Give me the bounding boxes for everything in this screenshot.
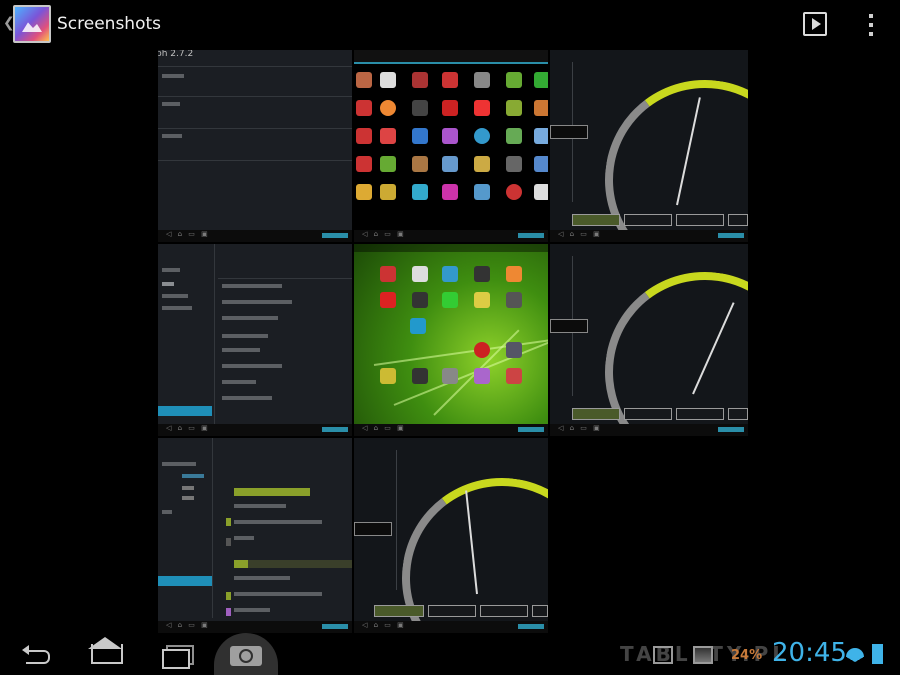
home-icon[interactable] [88,637,123,667]
thumbnail-gauge-3[interactable] [354,438,548,633]
thumbnail-settings-2[interactable] [158,244,352,436]
screenshot-notification-icon[interactable] [653,646,673,664]
camera-icon[interactable] [214,633,278,675]
recents-icon[interactable] [160,641,194,669]
thumbnail-gauge-1[interactable] [550,50,748,242]
thumbnail-gauge-2[interactable] [550,244,748,436]
battery-percent: 24% [731,648,763,663]
thumbnail-settings-1[interactable]: ph 2.7.2 [158,50,352,242]
wifi-icon [846,648,864,662]
thumbnail-header: ph 2.7.2 [158,50,194,59]
overflow-menu-icon[interactable] [864,12,878,38]
battery-icon [872,644,883,664]
slideshow-button[interactable] [803,12,827,36]
page-title: Screenshots [57,14,162,34]
thumbnail-settings-3[interactable] [158,438,352,633]
back-icon[interactable] [20,641,54,667]
action-bar: ❮ Screenshots [0,0,900,50]
gallery-notification-icon[interactable] [693,646,713,664]
thumbnail-grid: ph 2.7.2 [158,50,748,633]
gallery-icon[interactable] [13,5,51,43]
thumbnail-app-drawer[interactable] [354,50,548,242]
clock[interactable]: 20:45 [772,638,847,668]
thumbnail-homescreen[interactable] [354,244,548,436]
